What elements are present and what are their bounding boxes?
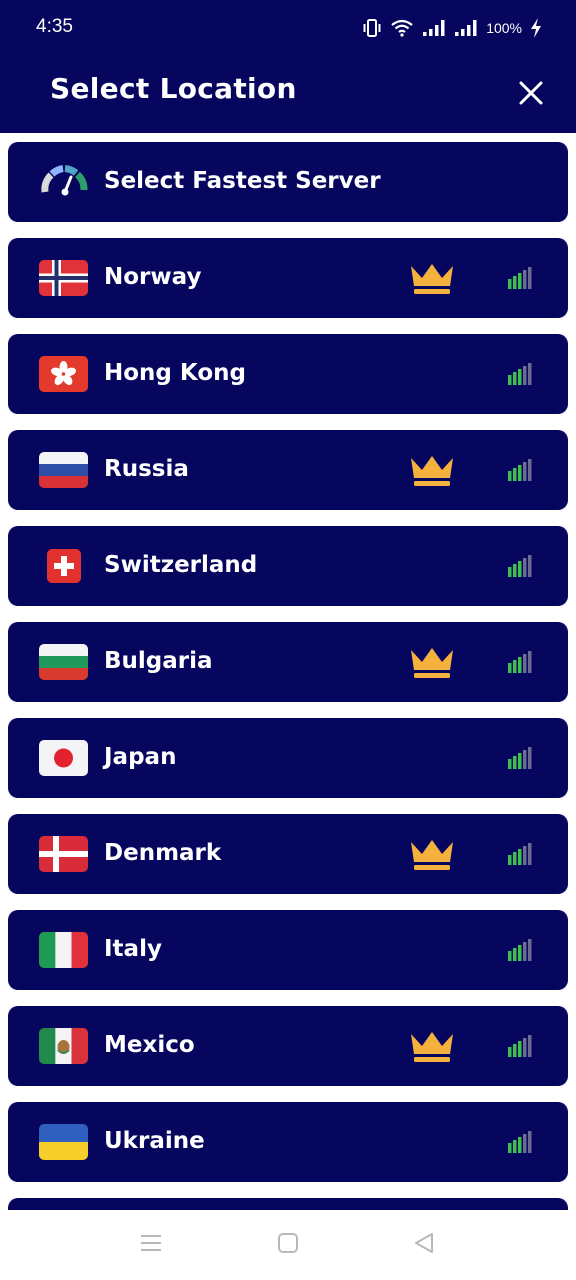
location-row-switzerland[interactable]: Switzerland [8,526,568,606]
menu-icon[interactable] [140,1232,162,1254]
location-row-russia[interactable]: Russia [8,430,568,510]
home-icon[interactable] [277,1232,299,1254]
signal-icon [508,459,532,481]
location-name: Denmark [104,840,222,866]
signal-icon [508,651,532,673]
fastest-server-label: Select Fastest Server [104,168,381,194]
signal-icon [508,1035,532,1057]
norway-flag-icon [39,260,88,296]
ukraine-flag-icon [39,1124,88,1160]
location-list[interactable]: Select Fastest Server Norway Hong Kong R… [0,133,576,1210]
location-row-japan[interactable]: Japan [8,718,568,798]
japan-flag-icon [39,740,88,776]
page-title: Select Location [50,72,297,105]
location-name: Bulgaria [104,648,213,674]
signal-icon [508,843,532,865]
status-bar: 4:35 100% [0,0,576,56]
vibrate-icon [363,19,381,37]
bulgaria-flag-icon [39,644,88,680]
close-icon [519,81,543,105]
hong-kong-flag-icon [39,356,88,392]
location-row-ukraine[interactable]: Ukraine [8,1102,568,1182]
system-nav-bar [0,1210,576,1280]
location-name: Mexico [104,1032,195,1058]
location-row-norway[interactable]: Norway [8,238,568,318]
battery-level: 100% [486,20,522,36]
location-name: Norway [104,264,202,290]
cell-signal-icon-2 [455,20,477,36]
location-name: Switzerland [104,552,258,578]
mexico-flag-icon [39,1028,88,1064]
crown-icon [411,840,453,870]
signal-icon [508,747,532,769]
signal-icon [508,939,532,961]
location-row-mexico[interactable]: Mexico [8,1006,568,1086]
location-name: Japan [104,744,177,770]
wifi-icon [391,19,413,37]
status-icons: 100% [362,16,542,40]
denmark-flag-icon [39,836,88,872]
signal-icon [508,1131,532,1153]
crown-icon [411,264,453,294]
fastest-server-row[interactable]: Select Fastest Server [8,142,568,222]
location-name: Hong Kong [104,360,246,386]
status-time: 4:35 [36,16,73,37]
crown-icon [411,648,453,678]
app-header: Select Location [0,56,576,133]
location-row-hong-kong[interactable]: Hong Kong [8,334,568,414]
location-row-bulgaria[interactable]: Bulgaria [8,622,568,702]
crown-icon [411,456,453,486]
signal-icon [508,555,532,577]
switzerland-flag-icon [47,549,81,583]
location-row-partial[interactable] [8,1198,568,1210]
location-name: Russia [104,456,189,482]
russia-flag-icon [39,452,88,488]
location-row-italy[interactable]: Italy [8,910,568,990]
signal-icon [508,363,532,385]
location-name: Ukraine [104,1128,205,1154]
cell-signal-icon [423,20,445,36]
location-name: Italy [104,936,162,962]
crown-icon [411,1032,453,1062]
speedometer-icon [39,162,91,198]
signal-icon [508,267,532,289]
back-icon[interactable] [413,1232,435,1254]
location-row-denmark[interactable]: Denmark [8,814,568,894]
italy-flag-icon [39,932,88,968]
close-button[interactable] [512,74,550,112]
charging-icon [531,18,541,38]
